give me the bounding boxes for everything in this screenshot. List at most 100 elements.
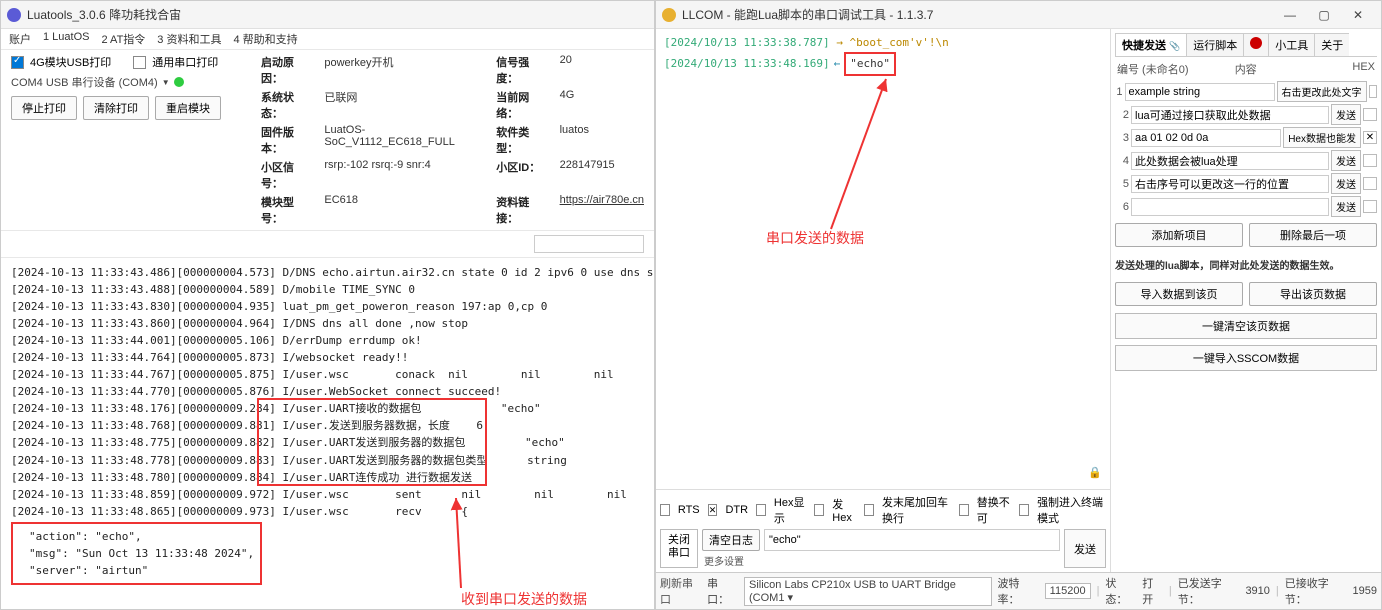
clear-print-button[interactable]: 清除打印 bbox=[83, 96, 149, 120]
del-item-button[interactable]: 删除最后一项 bbox=[1249, 223, 1377, 247]
quick-hex-toggle[interactable] bbox=[1363, 177, 1377, 190]
quick-send-button[interactable]: 右击更改此处文字 bbox=[1277, 81, 1367, 102]
tab-runscript[interactable]: 运行脚本 bbox=[1186, 33, 1244, 56]
chk-nocompl[interactable] bbox=[959, 504, 969, 516]
import-sscom-button[interactable]: 一键导入SSCOM数据 bbox=[1115, 345, 1377, 371]
tab-tools[interactable]: 小工具 bbox=[1268, 33, 1315, 56]
clear-page-button[interactable]: 一键清空该页数据 bbox=[1115, 313, 1377, 339]
quick-row: 3Hex数据也能发✕ bbox=[1115, 127, 1377, 148]
quick-num: 1 bbox=[1115, 86, 1123, 98]
sent-bytes: 3910 bbox=[1245, 585, 1269, 597]
terminal-output[interactable]: [2024/10/13 11:33:38.787] → ^boot_com'v'… bbox=[656, 29, 1110, 489]
quick-input[interactable] bbox=[1131, 106, 1329, 124]
close-button[interactable]: ✕ bbox=[1341, 8, 1375, 22]
chk-4g-label: 4G模块USB打印 bbox=[30, 54, 111, 70]
window-title-right: LLCOM - 能跑Lua脚本的串口调试工具 - 1.1.3.7 bbox=[682, 6, 933, 23]
send-button[interactable]: 发送 bbox=[1064, 529, 1106, 568]
luatools-icon bbox=[7, 8, 21, 22]
window-title-left: Luatools_3.0.6 降功耗找合宙 bbox=[27, 6, 181, 23]
menu-account[interactable]: 账户 bbox=[9, 31, 31, 47]
record-icon bbox=[1250, 37, 1262, 49]
annotation-arrow-right bbox=[776, 69, 926, 249]
module-info-grid: 启动原因：powerkey开机 信号强度：20 系统状态：已联网 当前网络：4G… bbox=[261, 54, 644, 226]
stop-print-button[interactable]: 停止打印 bbox=[11, 96, 77, 120]
menu-luatos[interactable]: 1 LuatOS bbox=[43, 31, 89, 47]
docs-link[interactable]: https://air780e.cn bbox=[560, 194, 644, 226]
head-num: 编号 (未命名0) bbox=[1117, 61, 1235, 77]
menu-help[interactable]: 4 帮助和支持 bbox=[233, 31, 297, 47]
port-select[interactable]: Silicon Labs CP210x USB to UART Bridge (… bbox=[744, 577, 992, 606]
chk-hexshow[interactable] bbox=[756, 504, 766, 516]
export-button[interactable]: 导出该页数据 bbox=[1249, 282, 1377, 306]
quick-row: 2 发送 bbox=[1115, 104, 1377, 125]
menu-tools[interactable]: 3 资料和工具 bbox=[157, 31, 221, 47]
quick-send-button[interactable]: Hex数据也能发 bbox=[1283, 127, 1361, 148]
chk-rts[interactable] bbox=[660, 504, 670, 516]
quick-row: 5 发送 bbox=[1115, 173, 1377, 194]
status-dot-icon bbox=[174, 77, 184, 87]
sidebar-quicksend: 快捷发送 📎 运行脚本 小工具 关于 编号 (未命名0) 内容 HEX 1右击更… bbox=[1111, 29, 1381, 572]
quick-send-button[interactable]: 发送 bbox=[1331, 173, 1361, 194]
chk-serial-label: 通用串口打印 bbox=[152, 54, 218, 70]
head-hex: HEX bbox=[1352, 61, 1375, 77]
quick-hex-toggle[interactable] bbox=[1369, 85, 1377, 98]
quick-input[interactable] bbox=[1131, 152, 1329, 170]
control-bar: RTS DTR Hex显示 发Hex 发末尾加回车换行 替换不可 强制进入终端模… bbox=[656, 489, 1110, 572]
tab-strip: 快捷发送 📎 运行脚本 小工具 关于 bbox=[1115, 33, 1377, 57]
tab-record[interactable] bbox=[1243, 33, 1269, 56]
log-search-input[interactable] bbox=[534, 235, 644, 253]
quick-row: 1 右击更改此处文字 bbox=[1115, 81, 1377, 102]
state-value: 打开 bbox=[1142, 575, 1163, 607]
side-note: 发送处理的lua脚本，同样对此处发送的数据生效。 bbox=[1115, 257, 1377, 272]
chk-force[interactable] bbox=[1019, 504, 1029, 516]
titlebar-right: LLCOM - 能跑Lua脚本的串口调试工具 - 1.1.3.7 — ▢ ✕ bbox=[656, 1, 1381, 29]
menubar-left: 账户 1 LuatOS 2 AT指令 3 资料和工具 4 帮助和支持 bbox=[1, 29, 654, 50]
quick-send-button[interactable]: 发送 bbox=[1331, 104, 1361, 125]
close-port-button[interactable]: 关闭串口 bbox=[660, 529, 698, 568]
quick-hex-toggle[interactable] bbox=[1363, 200, 1377, 213]
quick-row: 6 发送 bbox=[1115, 196, 1377, 217]
quick-num: 6 bbox=[1115, 201, 1129, 213]
restart-module-button[interactable]: 重启模块 bbox=[155, 96, 221, 120]
minimize-button[interactable]: — bbox=[1273, 8, 1307, 22]
quick-input[interactable] bbox=[1131, 175, 1329, 193]
echo-highlight: "echo" bbox=[844, 52, 896, 77]
quick-num: 2 bbox=[1115, 109, 1129, 121]
more-settings-link[interactable]: 更多设置 bbox=[702, 553, 1060, 568]
chk-serial[interactable] bbox=[133, 56, 146, 69]
tab-about[interactable]: 关于 bbox=[1314, 33, 1350, 56]
import-button[interactable]: 导入数据到该页 bbox=[1115, 282, 1243, 306]
tab-quicksend[interactable]: 快捷发送 📎 bbox=[1115, 33, 1187, 56]
json-response-highlight: "action": "echo", "msg": "Sun Oct 13 11:… bbox=[11, 522, 262, 585]
baud-input[interactable]: 115200 bbox=[1045, 583, 1091, 599]
uart-receive-highlight bbox=[257, 398, 487, 486]
annotation-right-text: 串口发送的数据 bbox=[766, 229, 864, 250]
maximize-button[interactable]: ▢ bbox=[1307, 8, 1341, 22]
quick-input[interactable] bbox=[1131, 129, 1281, 147]
send-input[interactable] bbox=[764, 529, 1060, 551]
quick-num: 4 bbox=[1115, 155, 1129, 167]
menu-at[interactable]: 2 AT指令 bbox=[101, 31, 145, 47]
lock-icon: 🔒 bbox=[1088, 465, 1102, 482]
search-row bbox=[1, 231, 654, 258]
llcom-icon bbox=[662, 8, 676, 22]
config-row: 4G模块USB打印 通用串口打印 COM4 USB 串行设备 (COM4) ▼ … bbox=[1, 50, 654, 231]
chk-4g-usb[interactable] bbox=[11, 56, 24, 69]
quick-num: 5 bbox=[1115, 178, 1129, 190]
add-item-button[interactable]: 添加新项目 bbox=[1115, 223, 1243, 247]
clear-log-button[interactable]: 清空日志 bbox=[702, 529, 760, 551]
quick-hex-toggle[interactable]: ✕ bbox=[1363, 131, 1377, 144]
quick-input[interactable] bbox=[1125, 83, 1275, 101]
chk-dtr[interactable] bbox=[708, 504, 718, 516]
log-area[interactable]: [2024-10-13 11:33:43.486][000000004.573]… bbox=[1, 258, 654, 609]
refresh-port-link[interactable]: 刷新串口 bbox=[660, 575, 701, 607]
quick-input[interactable] bbox=[1131, 198, 1329, 216]
recv-bytes: 1959 bbox=[1353, 585, 1377, 597]
quick-hex-toggle[interactable] bbox=[1363, 154, 1377, 167]
chk-sendhex[interactable] bbox=[814, 504, 824, 516]
titlebar-left: Luatools_3.0.6 降功耗找合宙 bbox=[1, 1, 654, 29]
quick-hex-toggle[interactable] bbox=[1363, 108, 1377, 121]
quick-send-button[interactable]: 发送 bbox=[1331, 196, 1361, 217]
quick-send-button[interactable]: 发送 bbox=[1331, 150, 1361, 171]
chk-crlf[interactable] bbox=[864, 504, 874, 516]
